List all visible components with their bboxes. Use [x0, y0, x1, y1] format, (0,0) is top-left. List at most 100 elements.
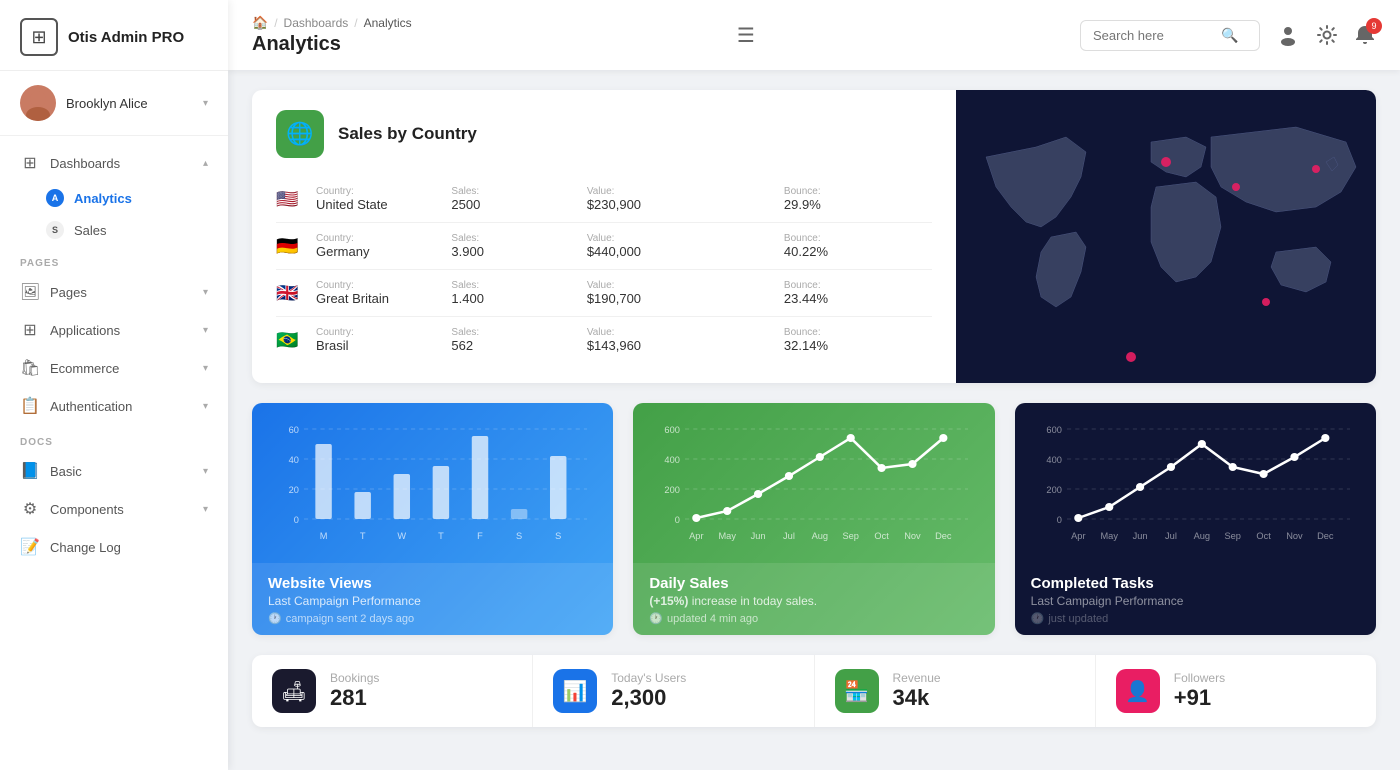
- stat-bookings: 🛋 Bookings 281: [252, 655, 533, 727]
- bounce-us: Bounce: 29.9%: [784, 186, 932, 212]
- dashboards-label: Dashboards: [50, 156, 193, 171]
- country-us: Country: United State: [316, 186, 439, 212]
- breadcrumb-home-icon: 🏠: [252, 15, 268, 31]
- sidebar-item-sales[interactable]: S Sales: [0, 214, 228, 246]
- clock-icon2: 🕐: [649, 612, 663, 625]
- ecommerce-chevron-icon: ▾: [203, 363, 208, 374]
- basic-icon: 📘: [20, 461, 40, 481]
- website-views-subtitle: Last Campaign Performance: [268, 594, 597, 608]
- user-chevron-icon: ▾: [203, 98, 208, 109]
- daily-sales-footer: 🕐 updated 4 min ago: [649, 612, 978, 625]
- sales-gb: Sales: 1.400: [451, 280, 574, 306]
- search-box[interactable]: 🔍: [1080, 20, 1260, 51]
- value-br: Value: $143,960: [587, 327, 772, 353]
- notifications-icon[interactable]: 9: [1354, 24, 1376, 46]
- website-views-info: Website Views Last Campaign Performance …: [252, 563, 613, 635]
- completed-tasks-title: Completed Tasks: [1031, 575, 1360, 592]
- breadcrumb: 🏠 / Dashboards / Analytics: [252, 15, 412, 31]
- sales-table-section: 🌐 Sales by Country 🇺🇸 Country: United St…: [252, 90, 956, 383]
- daily-sales-subtitle: (+15%) increase in today sales.: [649, 594, 978, 608]
- stat-today-users-info: Today's Users 2,300: [611, 671, 686, 711]
- stat-followers: 👤 Followers +91: [1096, 655, 1376, 727]
- stat-revenue-info: Revenue 34k: [893, 671, 941, 711]
- world-map-svg: [956, 97, 1376, 377]
- svg-text:T: T: [360, 531, 366, 541]
- sidebar-item-authentication[interactable]: 📋 Authentication ▾: [0, 387, 228, 425]
- svg-text:Sep: Sep: [843, 531, 859, 541]
- header-left: 🏠 / Dashboards / Analytics Analytics: [252, 15, 412, 56]
- svg-text:600: 600: [1046, 425, 1061, 435]
- analytics-label: Analytics: [74, 191, 132, 206]
- sidebar-item-components[interactable]: ⚙ Components ▾: [0, 490, 228, 528]
- flag-gb: 🇬🇧: [276, 283, 304, 303]
- website-views-card: 60 40 20 0 M T: [252, 403, 613, 635]
- svg-text:400: 400: [665, 455, 680, 465]
- page-title: Analytics: [252, 33, 412, 56]
- stat-bookings-info: Bookings 281: [330, 671, 379, 711]
- authentication-icon: 📋: [20, 396, 40, 416]
- sales-de: Sales: 3.900: [451, 233, 574, 259]
- sidebar-item-applications[interactable]: ⊞ Applications ▾: [0, 311, 228, 349]
- search-input[interactable]: [1093, 28, 1213, 43]
- svg-text:Dec: Dec: [1317, 531, 1334, 541]
- svg-text:W: W: [397, 531, 406, 541]
- today-users-value: 2,300: [611, 685, 686, 711]
- followers-label: Followers: [1174, 671, 1225, 685]
- svg-text:S: S: [516, 531, 522, 541]
- svg-text:0: 0: [1056, 515, 1061, 525]
- svg-text:40: 40: [289, 455, 299, 465]
- applications-icon: ⊞: [20, 320, 40, 340]
- charts-row: 60 40 20 0 M T: [252, 403, 1376, 635]
- header-center: ☰: [737, 23, 755, 48]
- header-right: 🔍 9: [1080, 20, 1376, 51]
- card-header: 🌐 Sales by Country: [276, 110, 932, 158]
- ecommerce-icon: 🛍: [20, 358, 40, 378]
- main-area: 🏠 / Dashboards / Analytics Analytics ☰ 🔍: [228, 0, 1400, 770]
- sidebar-item-changelog[interactable]: 📝 Change Log: [0, 528, 228, 566]
- app-name: Otis Admin PRO: [68, 29, 184, 46]
- svg-text:Jun: Jun: [751, 531, 766, 541]
- search-icon: 🔍: [1221, 27, 1238, 44]
- sales-by-country-card: 🌐 Sales by Country 🇺🇸 Country: United St…: [252, 90, 1376, 383]
- basic-label: Basic: [50, 464, 193, 479]
- notification-badge: 9: [1366, 18, 1382, 34]
- sidebar-item-dashboards[interactable]: ⊞ Dashboards ▴: [0, 144, 228, 182]
- applications-label: Applications: [50, 323, 193, 338]
- value-us: Value: $230,900: [587, 186, 772, 212]
- docs-section-label: DOCS: [0, 425, 228, 452]
- svg-text:Apr: Apr: [1071, 531, 1085, 541]
- breadcrumb-analytics: Analytics: [364, 16, 412, 30]
- flag-us: 🇺🇸: [276, 189, 304, 209]
- value-gb: Value: $190,700: [587, 280, 772, 306]
- breadcrumb-dashboards: Dashboards: [284, 16, 349, 30]
- sidebar-item-pages[interactable]: 🖼 Pages ▾: [0, 273, 228, 311]
- website-views-title: Website Views: [268, 575, 597, 592]
- svg-text:S: S: [555, 531, 561, 541]
- daily-sales-card: 600 400 200 0: [633, 403, 994, 635]
- breadcrumb-sep1: /: [274, 16, 277, 30]
- avatar: [20, 85, 56, 121]
- user-area[interactable]: Brooklyn Alice ▾: [0, 71, 228, 136]
- value-de: Value: $440,000: [587, 233, 772, 259]
- revenue-label: Revenue: [893, 671, 941, 685]
- settings-icon[interactable]: [1316, 24, 1338, 46]
- today-users-label: Today's Users: [611, 671, 686, 685]
- completed-tasks-card: 600 400 200 0 Apr: [1015, 403, 1376, 635]
- sales-card-title: Sales by Country: [338, 124, 477, 144]
- sidebar-item-basic[interactable]: 📘 Basic ▾: [0, 452, 228, 490]
- svg-text:Jun: Jun: [1132, 531, 1147, 541]
- menu-icon[interactable]: ☰: [737, 23, 755, 48]
- sidebar-item-ecommerce[interactable]: 🛍 Ecommerce ▾: [0, 349, 228, 387]
- svg-text:Nov: Nov: [905, 531, 922, 541]
- country-table: 🇺🇸 Country: United State Sales: 2500 Val…: [276, 176, 932, 363]
- svg-text:Apr: Apr: [689, 531, 703, 541]
- svg-text:Nov: Nov: [1286, 531, 1303, 541]
- svg-text:0: 0: [675, 515, 680, 525]
- user-profile-icon[interactable]: [1276, 23, 1300, 47]
- svg-text:Dec: Dec: [935, 531, 952, 541]
- pages-label: Pages: [50, 285, 193, 300]
- svg-text:200: 200: [665, 485, 680, 495]
- table-row: 🇧🇷 Country: Brasil Sales: 562 Value: $14…: [276, 317, 932, 363]
- analytics-dot: A: [46, 189, 64, 207]
- sidebar-item-analytics[interactable]: A Analytics: [0, 182, 228, 214]
